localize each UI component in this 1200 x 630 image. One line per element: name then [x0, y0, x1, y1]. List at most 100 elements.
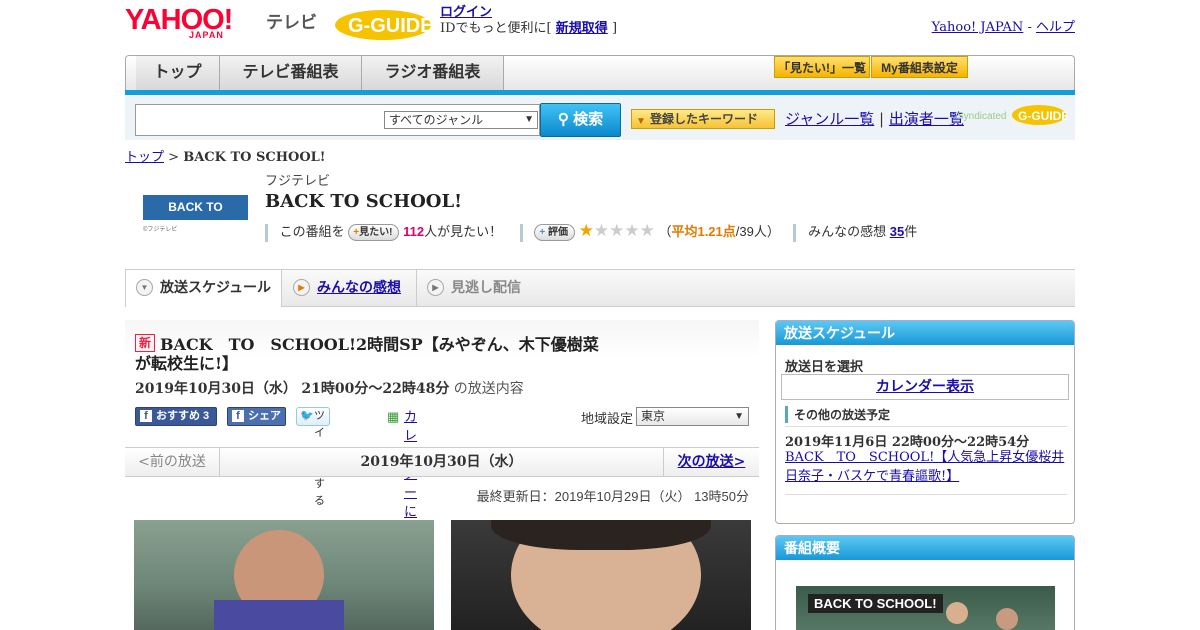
- next-broadcast-button[interactable]: 次の放送>: [663, 448, 759, 476]
- rating-stars: ★★★★★: [578, 221, 659, 240]
- thumbnail-caption: ©フジテレビ: [143, 227, 178, 233]
- star-icon: ★: [624, 221, 640, 240]
- calendar-display-button[interactable]: カレンダー表示: [781, 374, 1069, 400]
- signup-link[interactable]: 新規取得: [556, 21, 608, 36]
- login-box: ログイン IDでもっと便利に[ 新規取得 ]: [440, 5, 617, 37]
- tab-label: 見逃し配信: [451, 279, 521, 295]
- impressions-count-link[interactable]: 35: [890, 224, 904, 239]
- summary-photo: BACK TO SCHOOL!: [796, 586, 1055, 630]
- breadcrumb-current: BACK TO SCHOOL!: [183, 150, 326, 165]
- help-link[interactable]: ヘルプ: [1036, 20, 1075, 35]
- nav-tab-top[interactable]: トップ: [136, 56, 220, 91]
- rating-average: 平均1.21点: [671, 224, 736, 239]
- summary-panel: 番組概要 BACK TO SCHOOL!: [775, 535, 1075, 630]
- star-icon: ★: [593, 221, 610, 240]
- twitter-icon: 🐦: [300, 410, 314, 422]
- region-select[interactable]: 東京 ▼: [636, 407, 749, 426]
- select-date-label: 放送日を選択: [785, 359, 864, 374]
- prev-broadcast-button[interactable]: <前の放送: [125, 448, 220, 476]
- syndicated-gguide: Syndicated G-GUIDE: [957, 103, 1070, 127]
- my-schedule-button[interactable]: My番組表設定: [871, 56, 968, 78]
- breadcrumb-separator: >: [168, 150, 180, 165]
- tab-impressions[interactable]: ▶ みんなの感想: [283, 270, 416, 306]
- mitai-list-button[interactable]: 「見たい!」一覧: [774, 56, 870, 78]
- separator-bar: [519, 223, 523, 242]
- rating-open: （: [658, 224, 672, 239]
- breadcrumb: トップ > BACK TO SCHOOL!: [125, 146, 326, 165]
- facebook-icon: f: [140, 410, 152, 422]
- top-link-separator: -: [1027, 20, 1032, 35]
- genre-list-link[interactable]: ジャンル一覧: [785, 110, 874, 128]
- search-button-label: 検索: [573, 111, 604, 128]
- other-broadcast-link[interactable]: BACK TO SCHOOL!【人気急上昇女優桜井日奈子・バスケで青春謳歌!】: [785, 450, 1064, 484]
- last-updated: 最終更新日：2019年10月29日（火） 13時50分: [476, 489, 749, 504]
- rating-count: /39人）: [735, 224, 780, 239]
- station-name: フジテレビ: [265, 173, 331, 188]
- impressions-suffix: 件: [904, 224, 918, 239]
- genre-select-value: すべてのジャンル: [389, 113, 484, 127]
- chevron-down-icon: ▼: [136, 279, 153, 296]
- search-button[interactable]: ⚲ 検索: [540, 103, 621, 137]
- rate-button[interactable]: + 評価: [534, 224, 575, 242]
- play-icon: ▶: [293, 279, 310, 296]
- facebook-recommend-label: おすすめ 3: [156, 410, 210, 422]
- login-link[interactable]: ログイン: [440, 5, 492, 20]
- next-broadcast-link[interactable]: 次の放送>: [678, 454, 746, 470]
- photo-person-head: [996, 608, 1018, 630]
- star-icon: ★: [609, 221, 625, 240]
- main-nav: トップ テレビ番組表 ラジオ番組表 「見たい!」一覧 My番組表設定: [125, 55, 1075, 91]
- rate-button-label: 評価: [547, 227, 568, 239]
- tab-label: 放送スケジュール: [160, 279, 272, 295]
- facebook-share-label: シェア: [248, 410, 281, 422]
- separator-bar: [793, 223, 797, 242]
- keyword-button-label: 登録したキーワード: [650, 112, 759, 126]
- service-name: テレビ: [266, 13, 317, 32]
- content-tabs: ▼ 放送スケジュール ▶ みんなの感想 ▶ 見逃し配信: [125, 269, 1075, 307]
- yahoo-japan-link[interactable]: Yahoo! JAPAN: [932, 20, 1024, 35]
- yahoo-logo[interactable]: YAHOO! JAPAN: [125, 6, 261, 41]
- gguide-logo-text: G-GUIDE: [348, 15, 432, 37]
- schedule-panel-title: 放送スケジュール: [776, 321, 1074, 345]
- facebook-share-button[interactable]: f シェア: [227, 407, 286, 426]
- cast-list-link[interactable]: 出演者一覧: [889, 110, 964, 128]
- region-label: 地域設定: [581, 411, 634, 426]
- divider: [785, 426, 1067, 427]
- tab-missed-stream[interactable]: ▶ 見逃し配信: [416, 270, 546, 306]
- search-links: ジャンル一覧 | 出演者一覧: [785, 108, 964, 129]
- photo-person-head: [946, 602, 968, 624]
- facebook-icon: f: [232, 410, 244, 422]
- tab-label: みんなの感想: [317, 279, 401, 295]
- keyword-button[interactable]: ▼ 登録したキーワード: [631, 109, 775, 129]
- login-suffix: ]: [611, 21, 618, 36]
- region-select-value: 東京: [641, 409, 666, 423]
- divider: [785, 494, 1067, 495]
- syndicated-gguide-text: G-GUIDE: [1018, 109, 1067, 123]
- genre-select[interactable]: すべてのジャンル ▼: [384, 111, 538, 129]
- photo-person-body: [214, 600, 344, 630]
- other-broadcast-item[interactable]: BACK TO SCHOOL!【人気急上昇女優桜井日奈子・バスケで青春謳歌!】: [785, 448, 1067, 486]
- star-icon: ★: [639, 221, 655, 240]
- episode-datetime: 2019年10月30日（水） 21時00分～22時48分 の放送内容: [135, 378, 524, 398]
- facebook-recommend-button[interactable]: f おすすめ 3: [135, 407, 217, 426]
- broadcast-pager: <前の放送 2019年10月30日（水） 次の放送>: [125, 447, 759, 477]
- search-link-separator: |: [879, 110, 885, 128]
- program-title: BACK TO SCHOOL!: [265, 191, 463, 212]
- gguide-logo: G-GUIDE: [334, 6, 434, 42]
- want-button[interactable]: +見たい!: [348, 224, 400, 242]
- chevron-down-icon: ▼: [734, 411, 744, 422]
- episode-photo-2: [451, 520, 751, 630]
- nav-tab-tv-schedule[interactable]: テレビ番組表: [220, 56, 362, 91]
- tab-broadcast-schedule[interactable]: ▼ 放送スケジュール: [125, 270, 282, 307]
- new-badge: 新: [135, 334, 155, 352]
- login-prefix: IDでもっと便利に[: [440, 21, 552, 36]
- star-icon: ★: [578, 221, 594, 240]
- other-broadcasts-label: その他の放送予定: [785, 406, 890, 423]
- calendar-display-link[interactable]: カレンダー表示: [876, 379, 974, 395]
- tweet-button[interactable]: 🐦 ツイートする: [296, 407, 330, 507]
- nav-tab-radio-schedule[interactable]: ラジオ番組表: [362, 56, 504, 91]
- breadcrumb-top-link[interactable]: トップ: [125, 150, 164, 165]
- want-button-label: 見たい!: [359, 227, 393, 239]
- logo-sub-text: JAPAN: [189, 30, 224, 40]
- current-broadcast-date: 2019年10月30日（水）: [360, 454, 523, 470]
- triangle-down-icon: ▼: [636, 116, 646, 127]
